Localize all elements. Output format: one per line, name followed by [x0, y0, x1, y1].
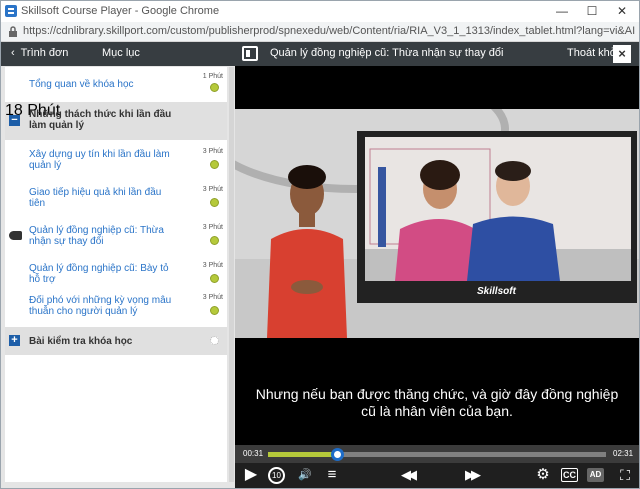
exit-button[interactable]: Thoát khỏi — [567, 47, 618, 59]
toc-section-first-time-manager[interactable]: − Những thách thức khi lần đầu làm quản … — [5, 102, 227, 140]
minimize-button[interactable]: — — [547, 1, 577, 22]
player-controls: ▶ 10 🔊 ≡ ◀◀ ▶▶ ⚙ CC AD ⛶ — [235, 463, 639, 488]
toc-item-label: Quản lý đồng nghiệp cũ: Bày tỏ hỗ trợ — [29, 263, 169, 285]
menu-back-label: Trình đơn — [20, 47, 69, 59]
toc-section-label: Bài kiểm tra khóa học — [29, 336, 133, 347]
expand-icon[interactable]: + — [9, 335, 20, 346]
total-time: 02:31 — [613, 449, 634, 458]
url-text[interactable]: https://cdnlibrary.skillport.com/custom/… — [23, 25, 635, 37]
current-position-marker-icon — [9, 231, 22, 240]
video-player: Quản lý đồng nghiệp cũ: Thừa nhận sự tha… — [235, 42, 639, 488]
toc-section-label: Những thách thức khi lần đầu làm quản lý — [29, 109, 172, 131]
toggle-sidebar-icon[interactable] — [242, 46, 258, 61]
replay-10-icon[interactable]: 10 — [268, 467, 285, 484]
toc-item-label: Giao tiếp hiệu quả khi lần đầu tiên — [29, 187, 162, 209]
transcript-icon[interactable]: ≡ — [322, 465, 342, 485]
toc-item-label: Quản lý đồng nghiệp cũ: Thừa nhận sự tha… — [29, 225, 164, 247]
current-time: 00:31 — [243, 449, 264, 458]
closed-caption-icon[interactable]: CC — [561, 468, 578, 482]
settings-gear-icon[interactable]: ⚙ — [533, 465, 553, 485]
rewind-icon[interactable]: ◀◀ — [393, 465, 421, 485]
browser-window: Skillsoft Course Player - Google Chrome … — [0, 0, 640, 489]
fullscreen-icon[interactable]: ⛶ — [615, 465, 635, 485]
progress-status-icon — [210, 83, 219, 92]
menu-back-button[interactable]: ‹ Trình đơn — [11, 47, 68, 59]
close-icon[interactable]: × — [613, 45, 631, 63]
toc-item-build-credibility[interactable]: Xây dựng uy tín khi lần đầu làm quản lý … — [5, 140, 227, 178]
window-close-button[interactable]: ✕ — [607, 1, 637, 22]
window-title: Skillsoft Course Player - Google Chrome — [21, 5, 220, 17]
skillsoft-favicon-icon — [5, 5, 17, 17]
toc-item-communicate-effectively[interactable]: Giao tiếp hiệu quả khi lần đầu tiên 3 Ph… — [5, 178, 227, 216]
toc-item-label: Đối phó với những kỳ vọng mâu thuẫn cho … — [29, 295, 172, 317]
progress-bar: 00:31 02:31 — [235, 445, 639, 463]
progress-status-icon — [210, 274, 219, 283]
toc-item-duration: 3 Phút — [202, 262, 223, 269]
toc-item-duration: 3 Phút — [202, 294, 223, 301]
progress-status-icon — [210, 160, 219, 169]
toc-item-label: Xây dựng uy tín khi lần đầu làm quản lý — [29, 149, 170, 171]
loading-spinner-icon — [210, 336, 219, 345]
toc-title: Mục lục — [102, 47, 140, 59]
toc-scrollbar[interactable] — [229, 67, 234, 482]
progress-status-icon — [210, 306, 219, 315]
seek-handle[interactable] — [331, 448, 345, 461]
toc-section-course-test[interactable]: + Bài kiểm tra khóa học — [5, 327, 227, 355]
skillsoft-logo: Skillsoft — [477, 286, 517, 297]
toc-list: Tổng quan về khóa học 1 Phút − Những thá… — [5, 67, 227, 482]
collapse-icon[interactable]: − — [9, 115, 20, 126]
toc-item-express-support[interactable]: Quản lý đồng nghiệp cũ: Bày tỏ hỗ trợ 3 … — [5, 254, 227, 292]
toc-item-duration: 3 Phút — [202, 224, 223, 231]
toc-item-course-overview[interactable]: Tổng quan về khóa học 1 Phút — [5, 67, 227, 102]
caption-line-1: Nhưng nếu bạn được thăng chức, và giờ đâ… — [255, 386, 619, 402]
progress-status-icon — [210, 198, 219, 207]
progress-status-icon — [210, 236, 219, 245]
window-titlebar: Skillsoft Course Player - Google Chrome … — [1, 1, 639, 22]
player-header: Quản lý đồng nghiệp cũ: Thừa nhận sự tha… — [235, 42, 639, 66]
play-icon[interactable]: ▶ — [241, 465, 261, 485]
video-frame[interactable]: Skillsoft — [235, 109, 639, 338]
chevron-left-icon: ‹ — [11, 47, 15, 59]
closed-caption: Nhưng nếu bạn được thăng chức, và giờ đâ… — [235, 386, 639, 420]
toc-header: ‹ Trình đơn Mục lục — [1, 42, 235, 66]
toc-item-duration: 3 Phút — [202, 148, 223, 155]
seek-track[interactable] — [268, 448, 606, 461]
lock-icon — [9, 26, 17, 37]
table-of-contents-panel: ‹ Trình đơn Mục lục Tổng quan về khóa họ… — [1, 42, 235, 488]
audio-description-icon[interactable]: AD — [587, 468, 604, 482]
toc-item-duration: 1 Phút — [202, 73, 223, 80]
volume-icon[interactable]: 🔊 — [295, 465, 315, 485]
forward-icon[interactable]: ▶▶ — [457, 465, 485, 485]
address-bar[interactable]: https://cdnlibrary.skillport.com/custom/… — [1, 22, 639, 42]
toc-item-label: Tổng quan về khóa học — [29, 79, 134, 90]
video-scene-image: Skillsoft — [235, 109, 639, 338]
toc-item-conflicting-expectations[interactable]: Đối phó với những kỳ vọng mâu thuẫn cho … — [5, 292, 227, 324]
lesson-title: Quản lý đồng nghiệp cũ: Thừa nhận sự tha… — [270, 47, 504, 59]
toc-item-duration: 3 Phút — [202, 186, 223, 193]
toc-item-acknowledge-change-current[interactable]: Quản lý đồng nghiệp cũ: Thừa nhận sự tha… — [5, 216, 227, 254]
caption-line-2: cũ là nhân viên của bạn. — [361, 403, 513, 419]
seek-fill — [268, 452, 338, 457]
maximize-button[interactable]: ☐ — [577, 1, 607, 22]
